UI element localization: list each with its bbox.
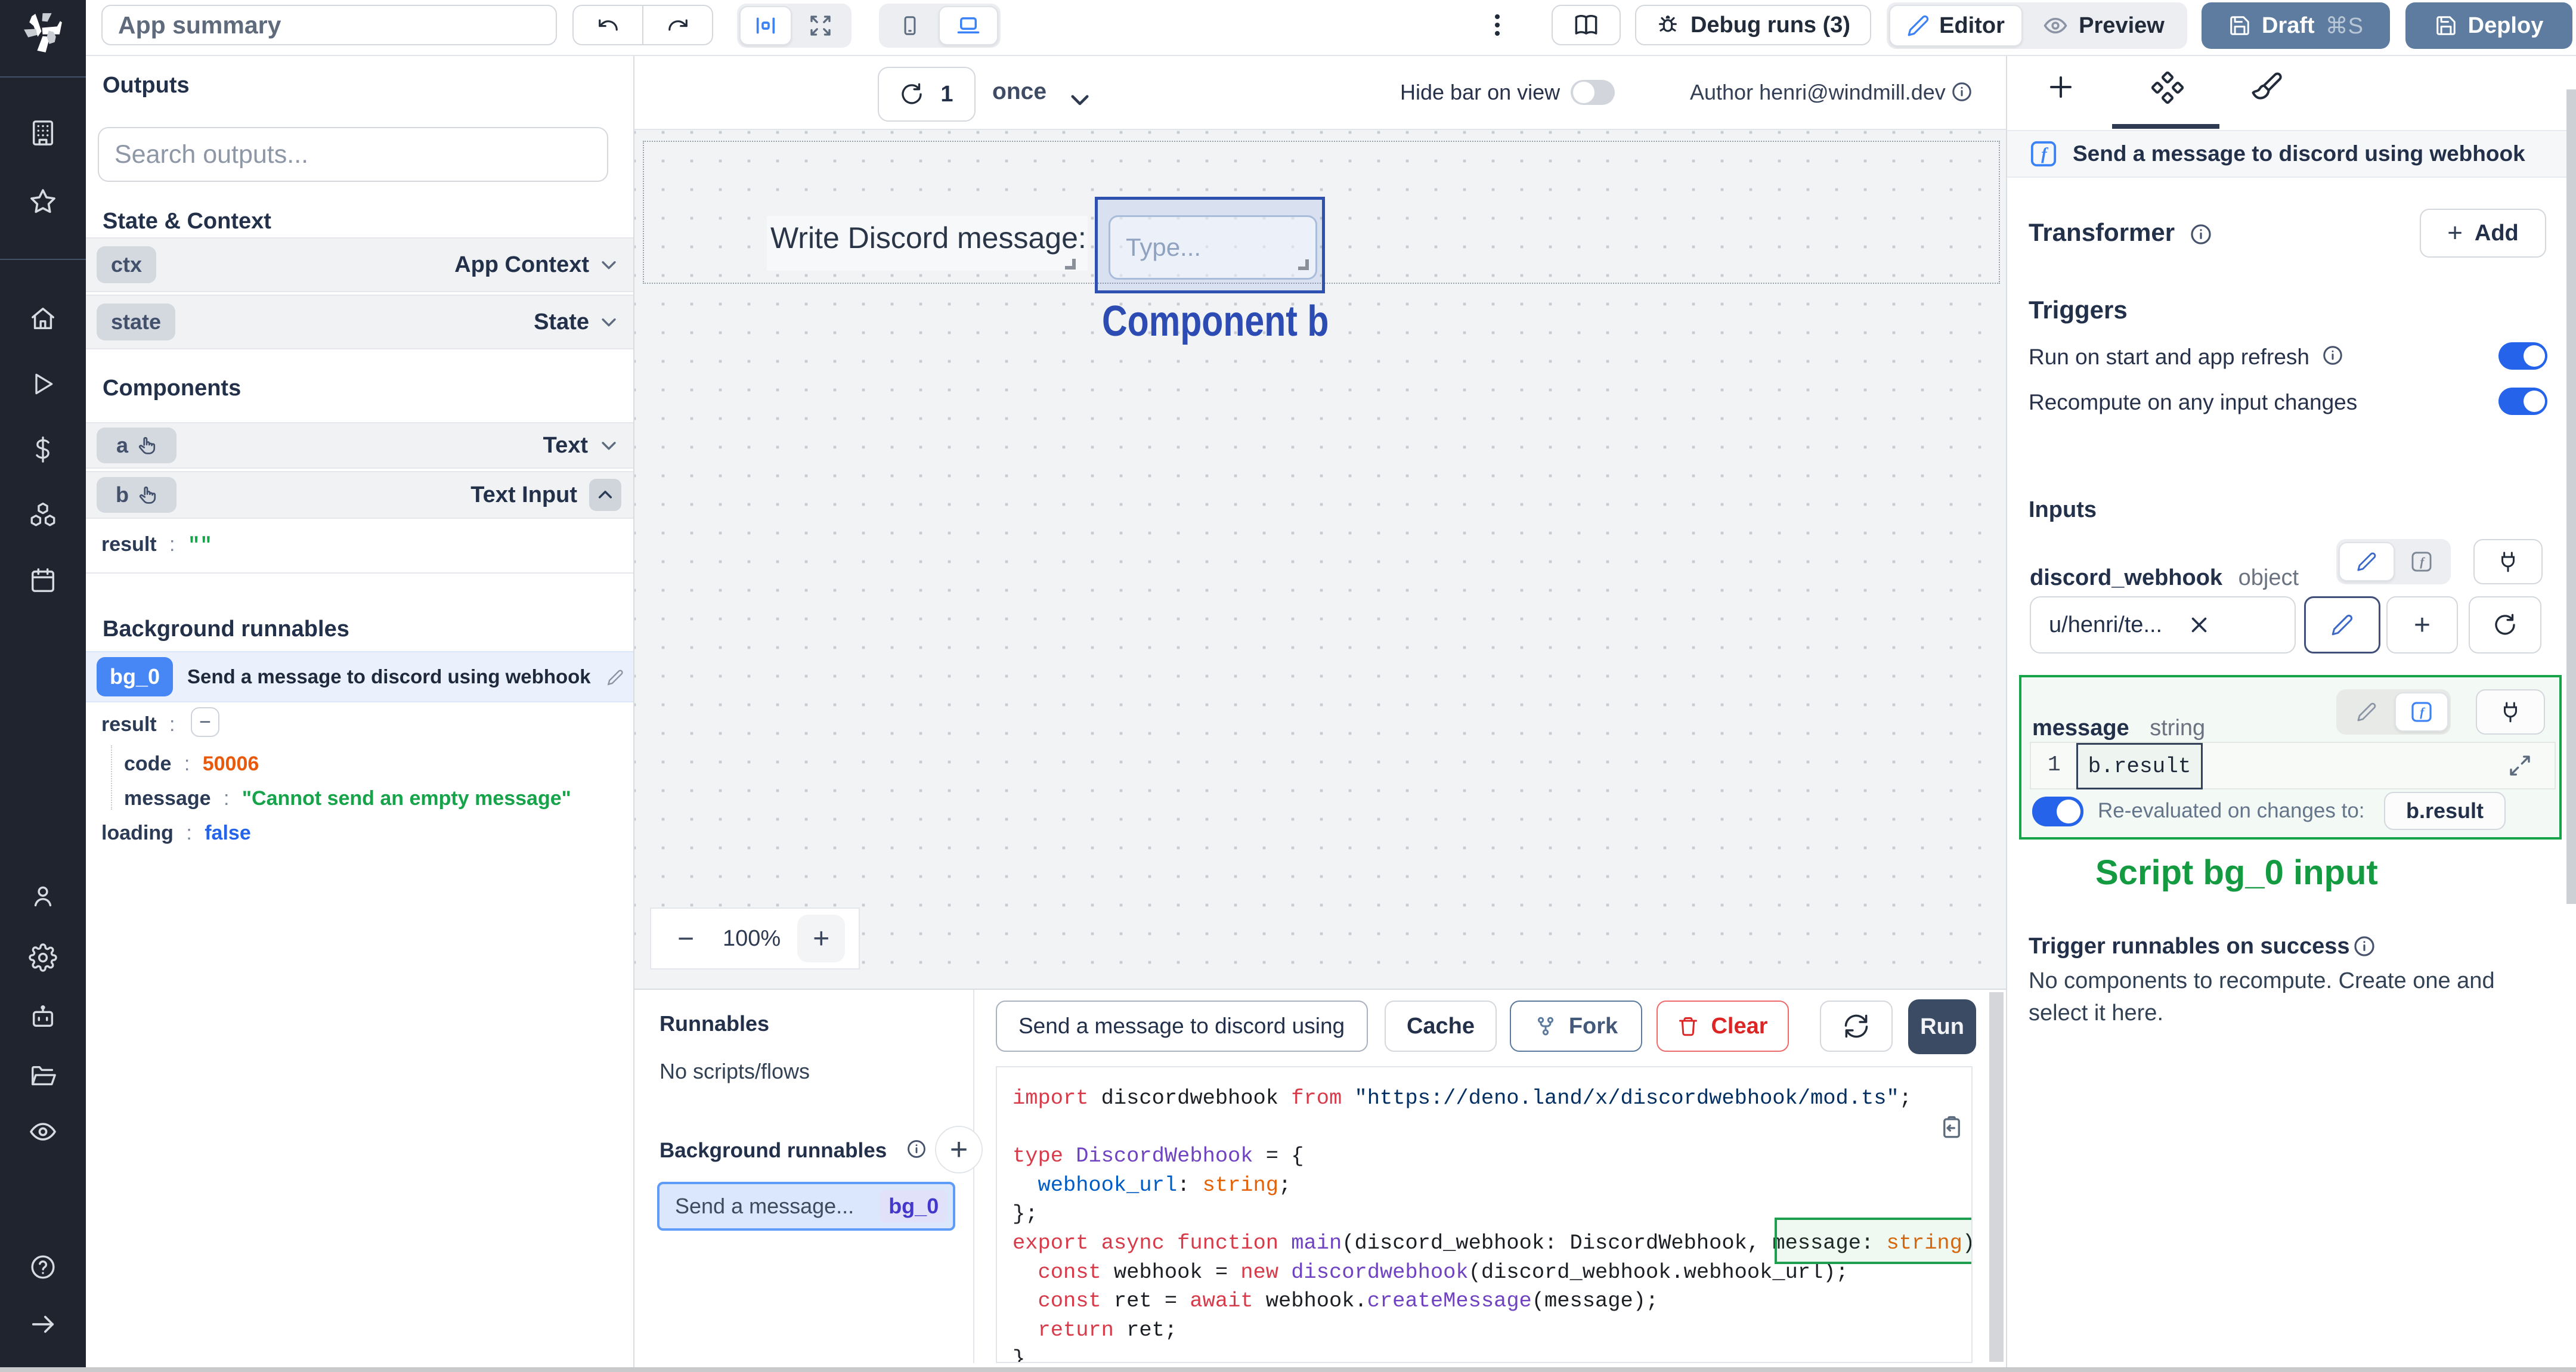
svg-text:f: f: [2420, 705, 2425, 719]
svg-text:f: f: [2420, 555, 2425, 569]
svg-text:f: f: [2041, 145, 2048, 164]
